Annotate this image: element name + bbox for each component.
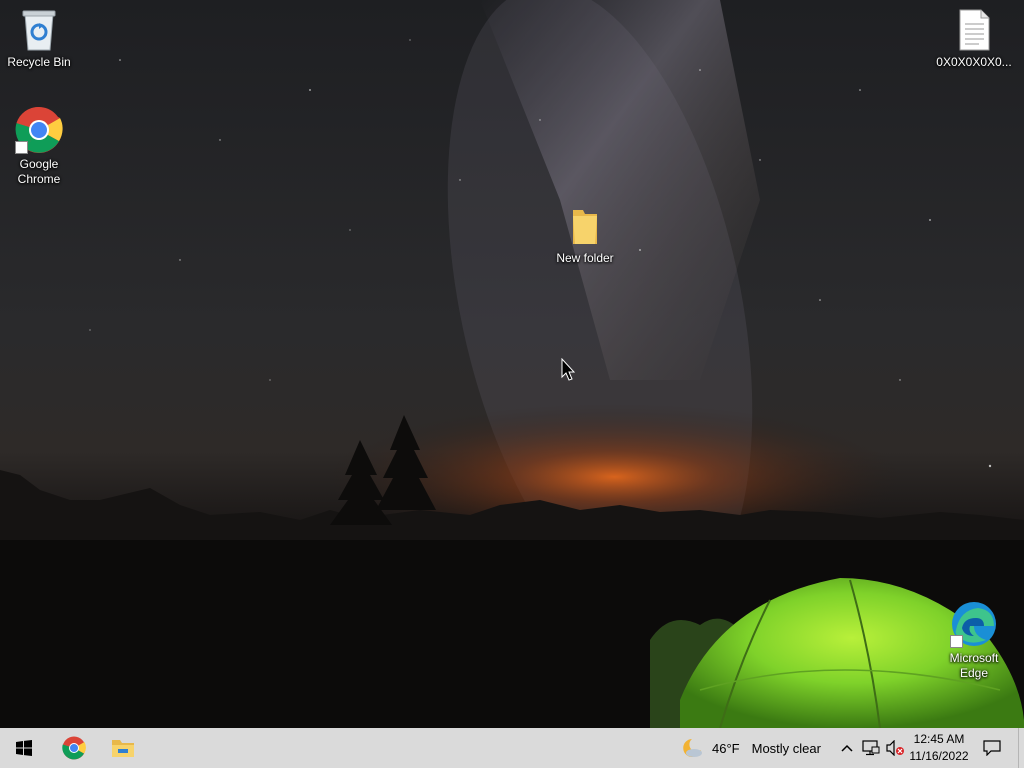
desktop-icon-google-chrome[interactable]: Google Chrome [1, 106, 77, 187]
desktop-icon-microsoft-edge[interactable]: Microsoft Edge [936, 600, 1012, 681]
start-button[interactable] [0, 728, 48, 768]
desktop-icon-text-file[interactable]: 0X0X0X0X0... [936, 8, 1012, 70]
desktop-icon-label: New folder [556, 251, 614, 265]
wallpaper [0, 0, 1024, 728]
desktop-icon-label: Microsoft Edge [949, 651, 999, 680]
chrome-icon [62, 736, 86, 760]
taskbar-file-explorer-button[interactable] [99, 728, 147, 768]
windows-start-icon [16, 740, 32, 756]
clock-time: 12:45 AM [913, 732, 965, 746]
volume-muted-icon [886, 740, 904, 756]
folder-icon [569, 206, 601, 248]
weather-temperature: 46°F [712, 740, 740, 756]
network-button[interactable] [860, 728, 882, 768]
weather-widget[interactable]: 46°F Mostly clear [680, 728, 821, 768]
moon-cloud-icon [683, 739, 702, 757]
desktop-icon-label: Recycle Bin [7, 55, 71, 69]
recycle-bin-icon [19, 8, 59, 52]
volume-button[interactable] [884, 728, 906, 768]
taskbar-clock[interactable]: 12:45 AM 11/16/2022 [906, 731, 972, 765]
text-file-icon [957, 8, 991, 52]
shortcut-arrow-icon [950, 635, 963, 648]
clock-date: 11/16/2022 [909, 749, 969, 763]
desktop-icon-new-folder[interactable]: New folder [547, 206, 623, 266]
show-hidden-icons-button[interactable] [838, 728, 856, 768]
action-center-button[interactable] [978, 728, 1006, 768]
desktop-icon-label: Google Chrome [17, 157, 61, 186]
edge-icon [950, 600, 998, 648]
show-desktop-button[interactable] [1018, 728, 1024, 768]
notification-icon [983, 740, 1001, 756]
taskbar: 46°F Mostly clear 12:45 AM 11/16/2022 [0, 728, 1024, 768]
mouse-cursor-icon [561, 358, 575, 381]
shortcut-arrow-icon [15, 141, 28, 154]
desktop[interactable]: Recycle Bin Google Chrome New folder 0X0… [0, 0, 1024, 728]
desktop-icon-recycle-bin[interactable]: Recycle Bin [1, 8, 77, 70]
taskbar-chrome-button[interactable] [50, 728, 98, 768]
chrome-icon [15, 106, 63, 154]
weather-condition: Mostly clear [751, 740, 821, 756]
chevron-up-icon [841, 744, 853, 752]
desktop-icon-label: 0X0X0X0X0... [936, 55, 1012, 69]
file-explorer-icon [112, 740, 134, 757]
network-icon [862, 740, 880, 756]
